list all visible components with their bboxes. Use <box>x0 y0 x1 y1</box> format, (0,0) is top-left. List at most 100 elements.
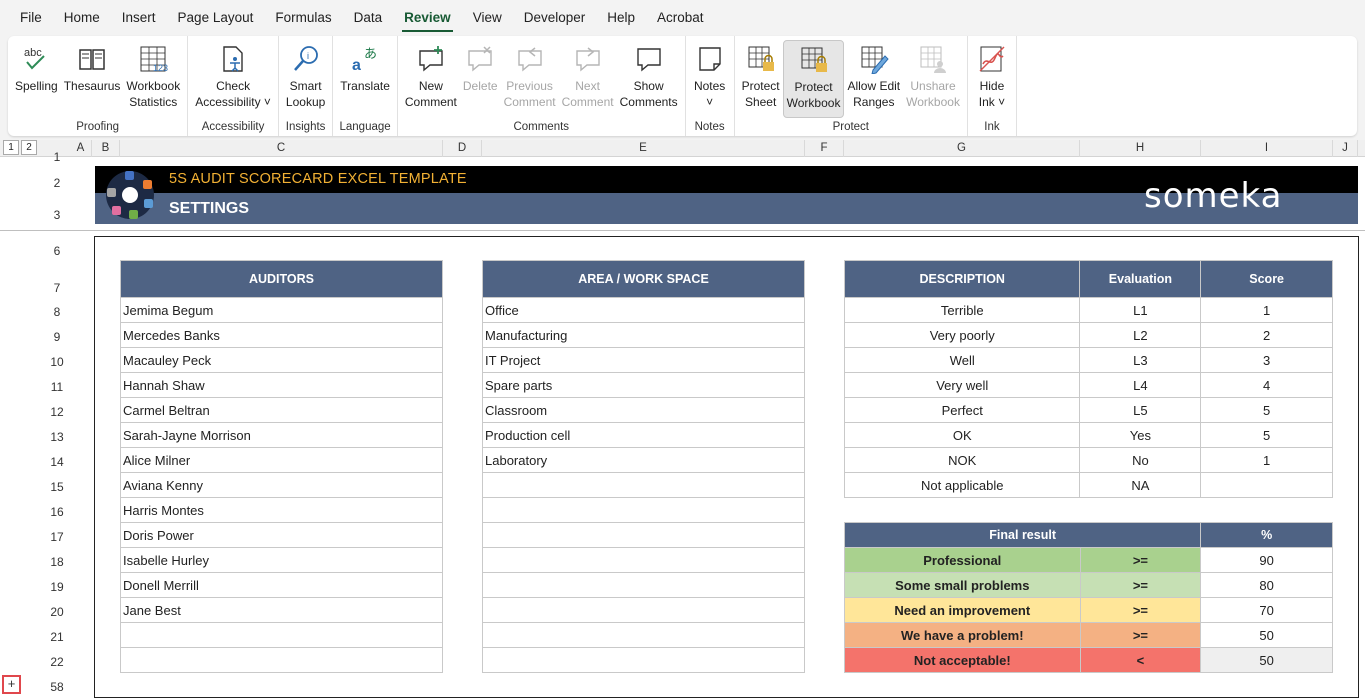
row-header-13[interactable]: 13 <box>44 430 70 444</box>
row-header-7[interactable]: 7 <box>44 281 70 295</box>
result-label[interactable]: Not acceptable! <box>844 647 1081 673</box>
cell[interactable]: Harris Montes <box>120 497 443 523</box>
next-comment-button[interactable]: Next Comment <box>559 40 617 118</box>
cell[interactable] <box>482 597 805 623</box>
cell[interactable] <box>120 647 443 673</box>
cell[interactable]: Classroom <box>482 397 805 423</box>
result-threshold[interactable]: 50 <box>1200 622 1333 648</box>
menu-tab-page-layout[interactable]: Page Layout <box>170 0 262 36</box>
row-header-19[interactable]: 19 <box>44 580 70 594</box>
menu-tab-view[interactable]: View <box>465 0 510 36</box>
menu-tab-home[interactable]: Home <box>56 0 108 36</box>
cell[interactable] <box>120 622 443 648</box>
result-threshold[interactable]: 50 <box>1200 647 1333 673</box>
translate-button[interactable]: a あ Translate <box>337 40 393 118</box>
cell[interactable]: Carmel Beltran <box>120 397 443 423</box>
cell[interactable]: OK <box>843 422 1081 448</box>
protect-sheet-button[interactable]: Protect Sheet <box>739 40 783 118</box>
cell[interactable]: 5 <box>1200 397 1333 423</box>
previous-comment-button[interactable]: Previous Comment <box>501 40 559 118</box>
row-header-14[interactable]: 14 <box>44 455 70 469</box>
outline-level-1-button[interactable]: 1 <box>3 140 19 155</box>
column-header-c[interactable]: C <box>120 140 443 157</box>
cell[interactable]: NOK <box>843 447 1081 473</box>
menu-tab-acrobat[interactable]: Acrobat <box>649 0 712 36</box>
menu-tab-developer[interactable]: Developer <box>516 0 594 36</box>
notes-button[interactable]: Notes ˅ <box>690 40 730 118</box>
spelling-button[interactable]: abc Spelling <box>12 40 61 118</box>
cell[interactable]: Aviana Kenny <box>120 472 443 498</box>
row-header-22[interactable]: 22 <box>44 655 70 669</box>
workbook-statistics-button[interactable]: 123 Workbook Statistics <box>123 40 183 118</box>
row-header-8[interactable]: 8 <box>44 305 70 319</box>
cell[interactable]: Terrible <box>843 297 1081 323</box>
cell[interactable]: 2 <box>1200 322 1333 348</box>
cell[interactable]: Production cell <box>482 422 805 448</box>
cell[interactable] <box>482 472 805 498</box>
result-label[interactable]: We have a problem! <box>844 622 1081 648</box>
cell[interactable]: Jemima Begum <box>120 297 443 323</box>
cell[interactable]: Laboratory <box>482 447 805 473</box>
cell[interactable]: 4 <box>1200 372 1333 398</box>
cell[interactable]: Isabelle Hurley <box>120 547 443 573</box>
result-operator[interactable]: >= <box>1079 597 1202 623</box>
cell[interactable]: 1 <box>1200 297 1333 323</box>
cell[interactable]: Perfect <box>843 397 1081 423</box>
row-header-10[interactable]: 10 <box>44 355 70 369</box>
cell[interactable]: Very poorly <box>843 322 1081 348</box>
menu-tab-help[interactable]: Help <box>599 0 643 36</box>
row-header-2[interactable]: 2 <box>44 176 70 190</box>
check-accessibility-button[interactable]: Check Accessibility ˅ <box>192 40 274 118</box>
cell[interactable]: Doris Power <box>120 522 443 548</box>
cell[interactable]: Alice Milner <box>120 447 443 473</box>
cell[interactable]: Manufacturing <box>482 322 805 348</box>
result-operator[interactable]: >= <box>1079 622 1202 648</box>
thesaurus-button[interactable]: Thesaurus <box>61 40 124 118</box>
result-label[interactable]: Professional <box>844 547 1081 573</box>
result-threshold[interactable]: 90 <box>1200 547 1333 573</box>
row-header-15[interactable]: 15 <box>44 480 70 494</box>
menu-tab-file[interactable]: File <box>12 0 50 36</box>
cell[interactable]: Jane Best <box>120 597 443 623</box>
cell[interactable]: Sarah-Jayne Morrison <box>120 422 443 448</box>
cell[interactable]: 5 <box>1200 422 1333 448</box>
hide-ink-button[interactable]: Hide Ink ˅ <box>972 40 1012 118</box>
column-header-b[interactable]: B <box>92 140 120 157</box>
menu-tab-data[interactable]: Data <box>346 0 391 36</box>
row-header-6[interactable]: 6 <box>44 244 70 258</box>
show-comments-button[interactable]: Show Comments <box>617 40 681 118</box>
row-header-17[interactable]: 17 <box>44 530 70 544</box>
menu-tab-insert[interactable]: Insert <box>114 0 164 36</box>
allow-edit-ranges-button[interactable]: Allow Edit Ranges <box>844 40 903 118</box>
cell[interactable]: Hannah Shaw <box>120 372 443 398</box>
row-header-3[interactable]: 3 <box>44 208 70 222</box>
smart-lookup-button[interactable]: i Smart Lookup <box>283 40 328 118</box>
column-header-e[interactable]: E <box>482 140 805 157</box>
protect-workbook-button[interactable]: Protect Workbook <box>782 40 845 118</box>
column-header-a[interactable]: A <box>70 140 92 157</box>
column-header-i[interactable]: I <box>1201 140 1333 157</box>
row-header-11[interactable]: 11 <box>44 380 70 394</box>
row-header-1[interactable]: 1 <box>44 150 70 164</box>
cell[interactable] <box>1200 472 1333 498</box>
column-header-j[interactable]: J <box>1333 140 1358 157</box>
menu-tab-formulas[interactable]: Formulas <box>267 0 339 36</box>
result-threshold[interactable]: 70 <box>1200 597 1333 623</box>
row-header-9[interactable]: 9 <box>44 330 70 344</box>
cell[interactable]: Very well <box>843 372 1081 398</box>
cell[interactable] <box>482 497 805 523</box>
result-operator[interactable]: >= <box>1079 547 1202 573</box>
expand-outline-button[interactable]: + <box>2 675 21 694</box>
row-header-16[interactable]: 16 <box>44 505 70 519</box>
cell[interactable] <box>482 547 805 573</box>
cell[interactable] <box>482 622 805 648</box>
cell[interactable]: No <box>1079 447 1202 473</box>
cell[interactable]: NA <box>1079 472 1202 498</box>
unshare-workbook-button[interactable]: Unshare Workbook <box>903 40 963 118</box>
result-threshold[interactable]: 80 <box>1200 572 1333 598</box>
cell[interactable]: Office <box>482 297 805 323</box>
result-operator[interactable]: < <box>1079 647 1202 673</box>
row-header-21[interactable]: 21 <box>44 630 70 644</box>
cell[interactable]: 1 <box>1200 447 1333 473</box>
cell[interactable]: L1 <box>1079 297 1202 323</box>
